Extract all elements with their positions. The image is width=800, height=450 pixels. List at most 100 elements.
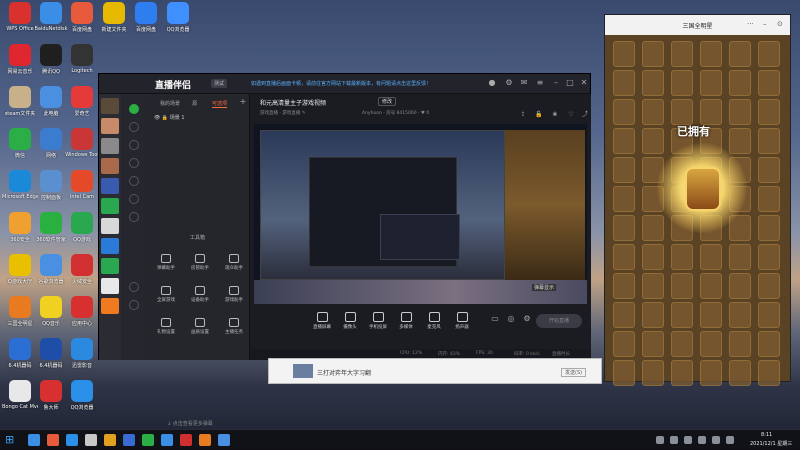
game-card[interactable] (613, 186, 635, 212)
thumbnail[interactable] (101, 298, 119, 314)
taskbar-app-icon[interactable] (66, 434, 78, 446)
game-card[interactable] (758, 302, 780, 328)
taskbar-app-icon[interactable] (218, 434, 230, 446)
close-icon[interactable]: ✕ (579, 78, 589, 88)
game-card[interactable] (642, 360, 664, 386)
game-card[interactable] (758, 360, 780, 386)
tray-icon[interactable] (712, 436, 720, 444)
game-card[interactable] (758, 128, 780, 154)
game-card[interactable] (642, 41, 664, 67)
desktop-icon[interactable]: 百度网盘 (128, 2, 164, 33)
tool-button[interactable]: 弹幕助手 (151, 254, 181, 271)
more-icon[interactable]: ··· (747, 20, 754, 28)
desktop-icon[interactable]: QQ游戏 (64, 212, 100, 243)
share-out-icon[interactable]: ⤴ (580, 110, 590, 120)
game-card[interactable] (729, 128, 751, 154)
game-card[interactable] (758, 157, 780, 183)
tool-button[interactable]: 房管助手 (185, 254, 215, 271)
nav-icon[interactable] (128, 176, 139, 186)
tool-button[interactable]: 观众助手 (219, 254, 249, 271)
tool-button[interactable]: 游戏助手 (219, 286, 249, 303)
game-card[interactable] (613, 360, 635, 386)
nav-icon[interactable] (128, 212, 139, 222)
minimize-icon[interactable]: – (763, 20, 767, 28)
game-card[interactable] (700, 302, 722, 328)
game-card[interactable] (613, 331, 635, 357)
minimize-icon[interactable]: – (551, 78, 561, 88)
game-card[interactable] (671, 99, 693, 125)
tray-icon[interactable] (684, 436, 692, 444)
desktop-icon[interactable]: QQ浏览器 (64, 380, 100, 411)
desktop-icon[interactable]: Intel Cam (64, 170, 100, 200)
tab-options[interactable]: 可选项 (212, 100, 228, 108)
game-card[interactable] (671, 331, 693, 357)
help-icon[interactable] (128, 300, 139, 310)
game-card[interactable] (729, 302, 751, 328)
game-card[interactable] (700, 70, 722, 96)
tab-my-scenes[interactable]: 我的场景 (160, 100, 180, 107)
game-card[interactable] (671, 360, 693, 386)
thumbnail[interactable] (101, 258, 119, 274)
tool-button[interactable]: 画质设置 (185, 318, 215, 335)
game-card[interactable] (613, 215, 635, 241)
tray-icon[interactable] (656, 436, 664, 444)
nav-icon[interactable] (128, 158, 139, 168)
game-card[interactable] (642, 331, 664, 357)
tab-sources[interactable]: 源 (192, 100, 197, 107)
thumbnail[interactable] (101, 138, 119, 154)
desktop-icon[interactable]: 百度网盘 (64, 2, 100, 33)
mic-icon[interactable]: ◎ (506, 314, 516, 324)
game-card[interactable] (700, 360, 722, 386)
tool-button[interactable]: 礼物设置 (151, 318, 181, 335)
game-card[interactable] (758, 215, 780, 241)
tray-icon[interactable] (670, 436, 678, 444)
desktop-icon[interactable]: 火绒安全 (64, 254, 100, 285)
game-card[interactable] (700, 99, 722, 125)
close-icon[interactable]: ⊙ (777, 20, 783, 28)
taskbar-app-icon[interactable] (142, 434, 154, 446)
game-card[interactable] (729, 41, 751, 67)
message-icon[interactable]: ✉ (519, 78, 529, 88)
game-card[interactable] (758, 70, 780, 96)
scene-item[interactable]: 👁 🔒 场景 1 (154, 114, 185, 121)
game-card[interactable] (729, 70, 751, 96)
nav-icon[interactable] (128, 194, 139, 204)
add-scene-icon[interactable]: + (238, 97, 248, 107)
nav-icon[interactable] (128, 140, 139, 150)
record-icon[interactable]: ▭ (490, 314, 500, 324)
tray-icon[interactable] (698, 436, 706, 444)
game-card[interactable] (642, 128, 664, 154)
desktop-icon[interactable]: QQ浏览器 (160, 2, 196, 33)
tray-icon[interactable] (726, 436, 734, 444)
live-preview[interactable]: 弹幕显示 (254, 124, 587, 304)
taskbar-app-icon[interactable] (123, 434, 135, 446)
game-card[interactable] (613, 99, 635, 125)
live-status-icon[interactable] (128, 104, 139, 114)
game-card[interactable] (613, 128, 635, 154)
game-card[interactable] (729, 244, 751, 270)
chat-more-hint[interactable]: ↓ 点击查看更多弹幕 (167, 420, 213, 427)
taskbar-app-icon[interactable] (28, 434, 40, 446)
game-card[interactable] (758, 99, 780, 125)
game-card[interactable] (642, 273, 664, 299)
taskbar-app-icon[interactable] (161, 434, 173, 446)
game-card[interactable] (642, 215, 664, 241)
user-avatar[interactable]: ● (487, 78, 497, 88)
control-button[interactable]: 扬声器 (446, 312, 478, 330)
settings-icon[interactable]: ⚙ (504, 78, 514, 88)
game-card[interactable] (758, 273, 780, 299)
thumbnail[interactable] (101, 238, 119, 254)
game-card[interactable] (671, 70, 693, 96)
send-button[interactable]: 发送(S) (561, 368, 587, 377)
notice-link[interactable]: 如遇到直播后画面卡顿，请前往官方网站下载最新版本，有问题请点击这里反馈！ (251, 80, 431, 87)
start-live-button[interactable]: 开始直播 (536, 314, 582, 328)
game-card[interactable] (613, 302, 635, 328)
taskbar-app-icon[interactable] (104, 434, 116, 446)
gift-icon[interactable]: ❀ (550, 110, 560, 120)
game-card[interactable] (613, 41, 635, 67)
menu-icon[interactable]: ≡ (535, 78, 545, 88)
tool-button[interactable]: 主播任务 (219, 318, 249, 335)
hero-card[interactable] (685, 167, 721, 211)
game-card[interactable] (642, 70, 664, 96)
desktop-icon[interactable]: 应用中心 (64, 296, 100, 327)
